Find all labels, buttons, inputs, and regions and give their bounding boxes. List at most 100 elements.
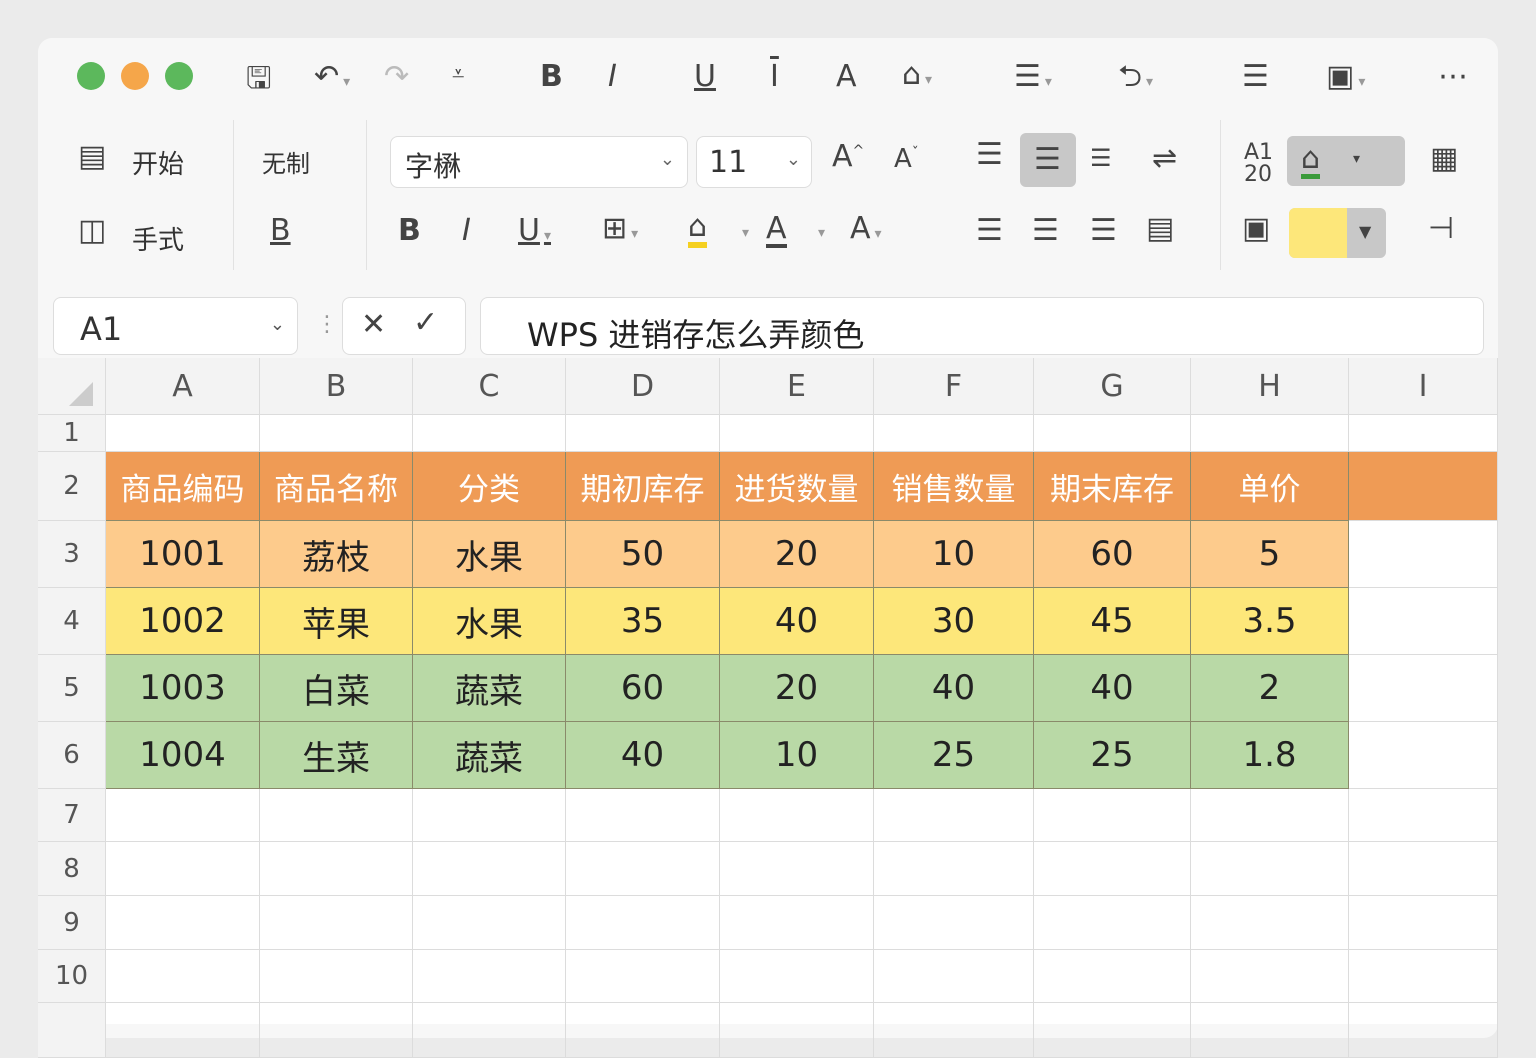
ribbon-tab-start[interactable]: 开始: [132, 144, 184, 181]
cell[interactable]: [720, 896, 874, 950]
cell[interactable]: [1191, 415, 1349, 452]
cell[interactable]: [1349, 896, 1498, 950]
data-cell[interactable]: 40: [1034, 655, 1191, 722]
save-icon[interactable]: 🖫: [246, 64, 272, 94]
table-style-icon[interactable]: ▦: [1430, 144, 1458, 174]
fill-color-picker[interactable]: ▼: [1289, 208, 1386, 258]
cell[interactable]: [260, 789, 413, 842]
fill-color-button[interactable]: ⌂ ▾: [1287, 136, 1405, 186]
column-header[interactable]: C: [413, 358, 566, 415]
cell[interactable]: [260, 415, 413, 452]
font-size-select[interactable]: 11 ⌄: [696, 136, 812, 188]
drag-handle-icon[interactable]: ⋮: [316, 312, 338, 337]
insert-icon[interactable]: ⊣: [1428, 214, 1454, 244]
column-header[interactable]: H: [1191, 358, 1349, 415]
header-cell[interactable]: 分类: [413, 452, 566, 521]
data-cell[interactable]: 水果: [413, 588, 566, 655]
data-cell[interactable]: 35: [566, 588, 720, 655]
cell[interactable]: [1349, 655, 1498, 722]
cell[interactable]: [413, 950, 566, 1003]
close-button[interactable]: [77, 62, 105, 90]
cell[interactable]: [874, 789, 1034, 842]
cell[interactable]: [260, 950, 413, 1003]
data-cell[interactable]: 40: [566, 722, 720, 789]
row-header[interactable]: 1: [38, 415, 106, 452]
cell[interactable]: [260, 1003, 413, 1058]
data-cell[interactable]: 5: [1191, 521, 1349, 588]
align-top-icon[interactable]: ☰: [976, 140, 1003, 170]
row-header[interactable]: 6: [38, 722, 106, 789]
cell[interactable]: [874, 415, 1034, 452]
confirm-icon[interactable]: ✓: [413, 308, 438, 338]
cell[interactable]: [720, 950, 874, 1003]
cell[interactable]: [106, 415, 260, 452]
column-header[interactable]: G: [1034, 358, 1191, 415]
cell[interactable]: [566, 896, 720, 950]
cell[interactable]: [1191, 842, 1349, 896]
cell[interactable]: [1349, 415, 1498, 452]
font-color-icon[interactable]: A: [766, 214, 787, 248]
menu-lines-icon[interactable]: ☰: [1242, 62, 1269, 92]
cell[interactable]: [566, 950, 720, 1003]
sort-icon[interactable]: A1 20: [1244, 142, 1273, 186]
header-cell[interactable]: 销售数量: [874, 452, 1034, 521]
header-cell[interactable]: 进货数量: [720, 452, 874, 521]
align-icon[interactable]: ☰ ▾: [1014, 62, 1052, 92]
cell[interactable]: [1349, 521, 1498, 588]
cell[interactable]: [566, 842, 720, 896]
align-bottom-icon[interactable]: ☰: [1090, 146, 1112, 170]
cell[interactable]: [106, 1003, 260, 1058]
ribbon-tab-format[interactable]: 手式: [132, 220, 184, 257]
bold-icon[interactable]: B: [398, 216, 421, 246]
header-cell[interactable]: 期末库存: [1034, 452, 1191, 521]
data-cell[interactable]: 1003: [106, 655, 260, 722]
data-cell[interactable]: 荔枝: [260, 521, 413, 588]
align-right-icon[interactable]: ☰: [1090, 216, 1117, 246]
cell[interactable]: [1191, 789, 1349, 842]
name-box[interactable]: A1 ⌄: [53, 297, 298, 355]
data-cell[interactable]: 蔬菜: [413, 655, 566, 722]
column-header[interactable]: F: [874, 358, 1034, 415]
data-cell[interactable]: 3.5: [1191, 588, 1349, 655]
cell[interactable]: [413, 415, 566, 452]
cell[interactable]: [720, 842, 874, 896]
data-cell[interactable]: 1002: [106, 588, 260, 655]
increase-font-icon[interactable]: A^: [832, 142, 864, 172]
cell[interactable]: [1034, 842, 1191, 896]
formula-input[interactable]: WPS 进销存怎么弄颜色: [480, 297, 1484, 355]
data-cell[interactable]: 1.8: [1191, 722, 1349, 789]
decrease-font-icon[interactable]: Aˇ: [894, 146, 919, 172]
cell[interactable]: [413, 842, 566, 896]
data-cell[interactable]: 25: [874, 722, 1034, 789]
header-cell[interactable]: 商品名称: [260, 452, 413, 521]
data-cell[interactable]: 40: [720, 588, 874, 655]
italic-icon[interactable]: I: [462, 216, 471, 246]
cell[interactable]: [1034, 1003, 1191, 1058]
align-left-icon[interactable]: ☰: [976, 216, 1003, 246]
cell[interactable]: [413, 1003, 566, 1058]
maximize-button[interactable]: [165, 62, 193, 90]
cell[interactable]: [1191, 950, 1349, 1003]
cell[interactable]: [260, 896, 413, 950]
data-cell[interactable]: 45: [1034, 588, 1191, 655]
cell[interactable]: [566, 789, 720, 842]
column-header[interactable]: A: [106, 358, 260, 415]
data-cell[interactable]: 生菜: [260, 722, 413, 789]
cell[interactable]: [1349, 842, 1498, 896]
cell[interactable]: [106, 950, 260, 1003]
cell[interactable]: [1349, 1003, 1498, 1058]
cell[interactable]: [1349, 950, 1498, 1003]
row-header[interactable]: [38, 1003, 106, 1058]
align-center-icon[interactable]: ☰: [1032, 216, 1059, 246]
data-cell[interactable]: 白菜: [260, 655, 413, 722]
minimize-button[interactable]: [121, 62, 149, 90]
row-header[interactable]: 8: [38, 842, 106, 896]
row-header[interactable]: 7: [38, 789, 106, 842]
row-header[interactable]: 10: [38, 950, 106, 1003]
row-header[interactable]: 9: [38, 896, 106, 950]
cell[interactable]: [1034, 789, 1191, 842]
data-cell[interactable]: 30: [874, 588, 1034, 655]
font-name-select[interactable]: 字楙 ⌄: [390, 136, 688, 188]
data-cell[interactable]: 20: [720, 655, 874, 722]
border-icon[interactable]: ⊞ ▾: [602, 214, 638, 244]
